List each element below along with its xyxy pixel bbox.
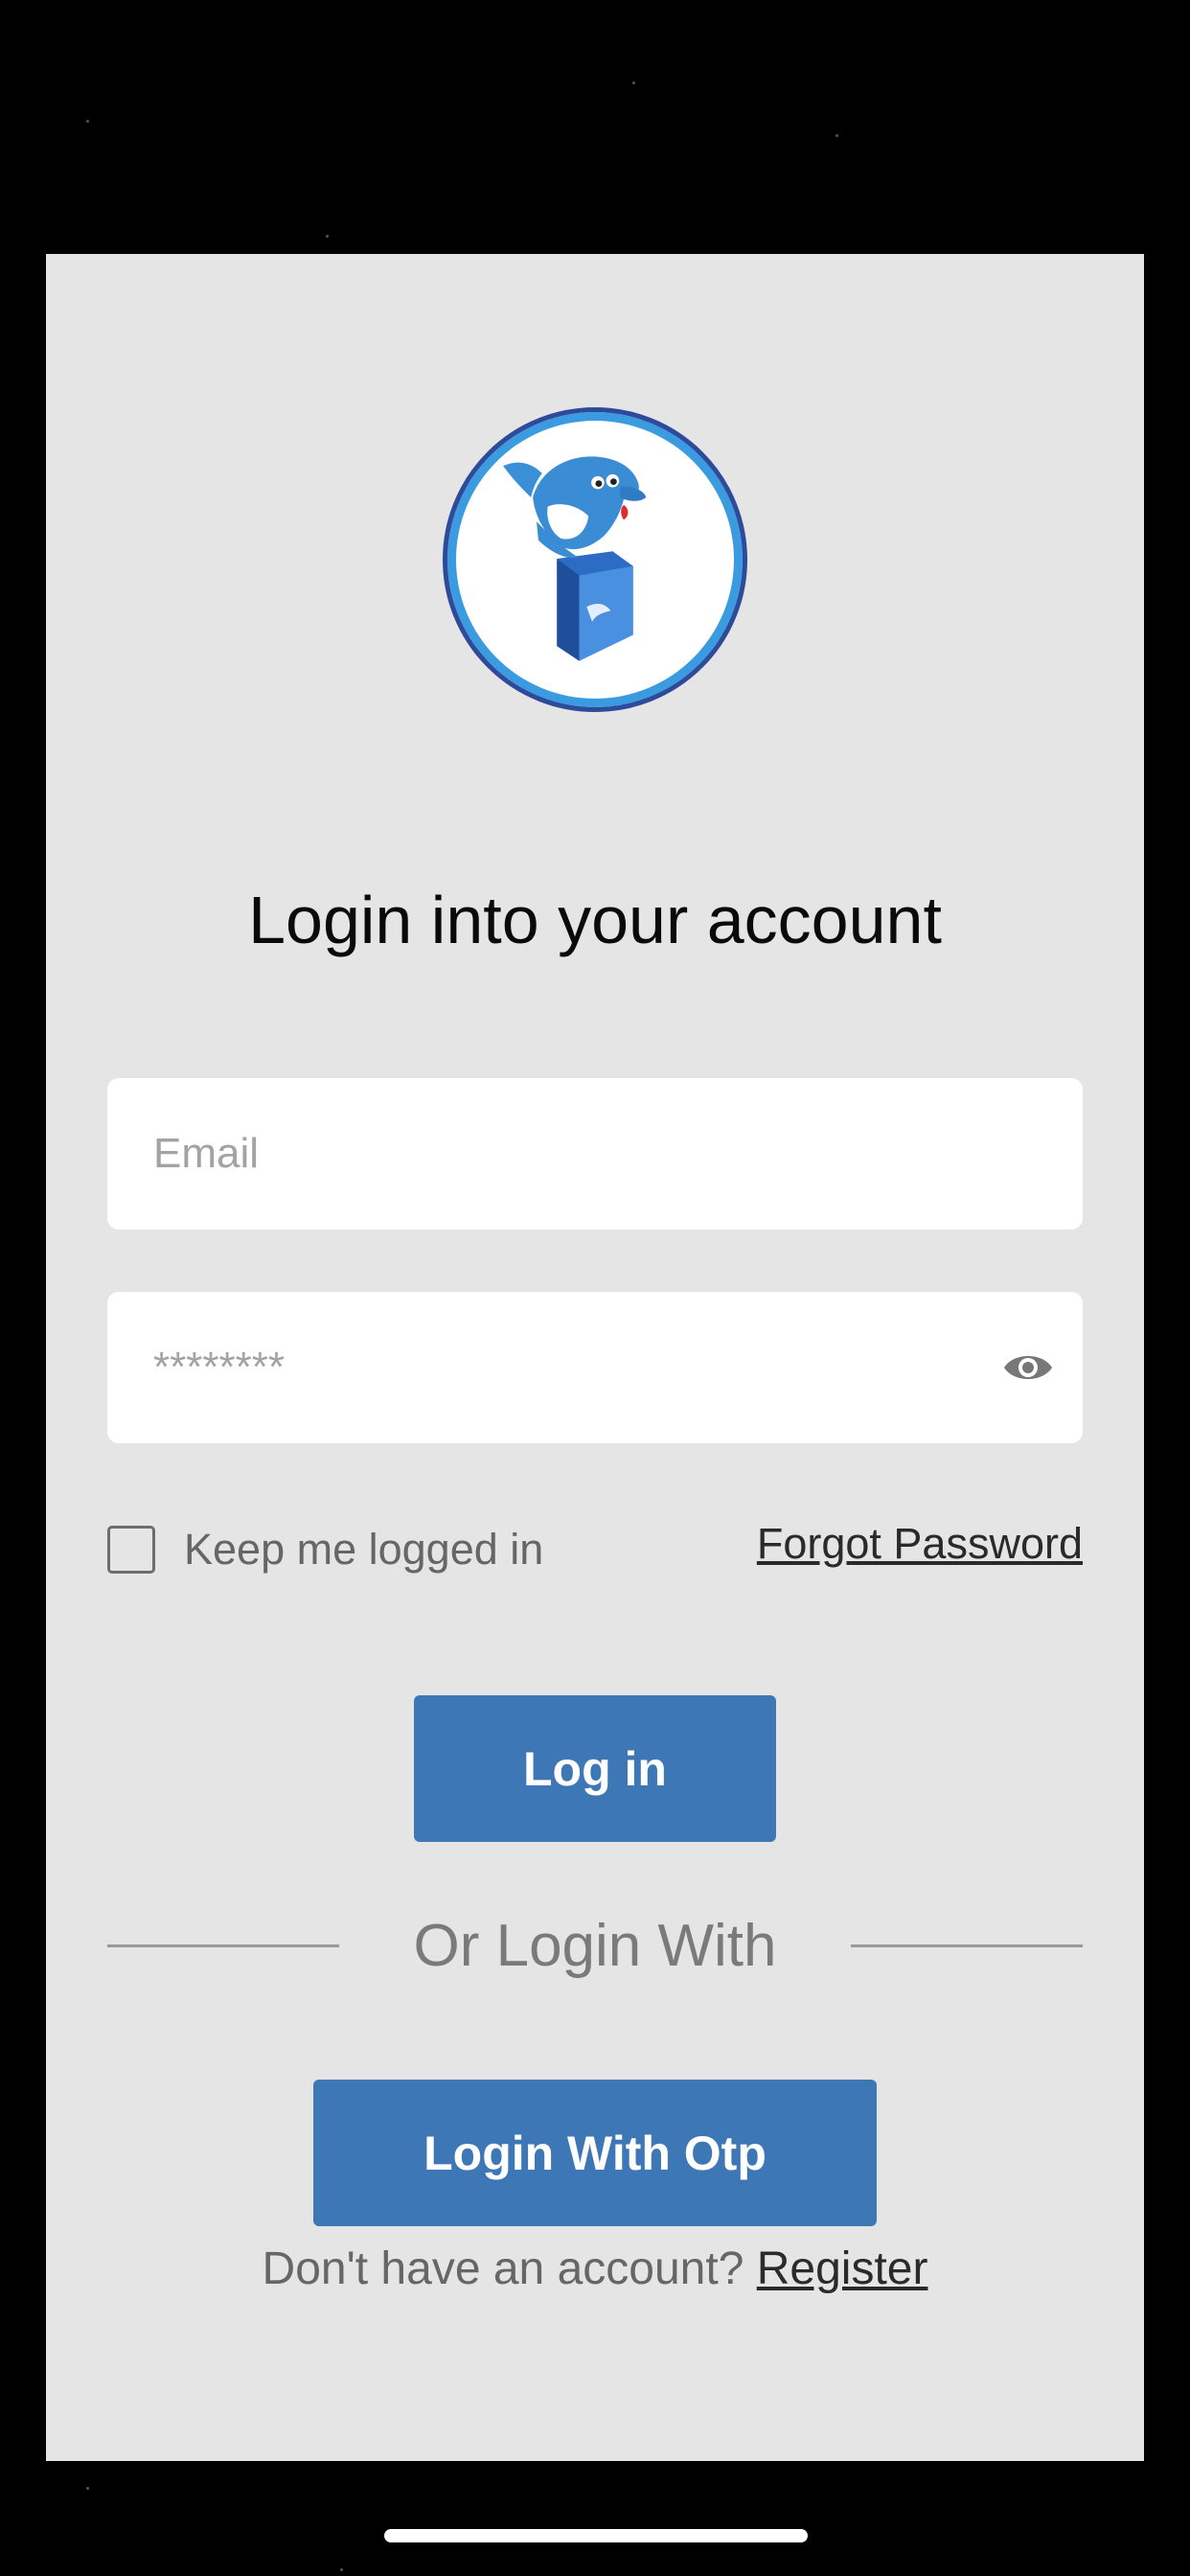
background-speck bbox=[86, 120, 89, 123]
keep-logged-in-checkbox[interactable] bbox=[107, 1526, 155, 1574]
dolphin-book-logo bbox=[443, 407, 747, 712]
no-account-text: Don't have an account? bbox=[262, 2243, 744, 2294]
logo-icon bbox=[503, 456, 647, 661]
background-speck bbox=[632, 81, 635, 84]
email-field-container bbox=[107, 1078, 1083, 1230]
login-with-otp-button[interactable]: Login With Otp bbox=[313, 2080, 877, 2226]
app-screen: Login into your account Keep me logged i… bbox=[0, 0, 1190, 2576]
background-speck bbox=[86, 2487, 89, 2490]
background-speck bbox=[340, 2568, 343, 2571]
password-field[interactable] bbox=[151, 1292, 995, 1443]
email-field[interactable] bbox=[151, 1078, 995, 1230]
eye-icon[interactable] bbox=[1002, 1348, 1054, 1387]
keep-logged-in-label: Keep me logged in bbox=[184, 1525, 544, 1574]
divider-line-right bbox=[851, 1944, 1083, 1947]
page-title: Login into your account bbox=[248, 883, 942, 957]
home-indicator[interactable] bbox=[384, 2529, 808, 2542]
register-prompt: Don't have an account? Register bbox=[46, 2242, 1144, 2295]
login-card: Login into your account Keep me logged i… bbox=[46, 254, 1144, 2461]
background-speck bbox=[835, 134, 838, 137]
keep-logged-in-row: Keep me logged in bbox=[107, 1521, 543, 1578]
password-field-container bbox=[107, 1292, 1083, 1443]
forgot-password-link[interactable]: Forgot Password bbox=[757, 1519, 1083, 1569]
register-link[interactable]: Register bbox=[757, 2243, 928, 2294]
login-button[interactable]: Log in bbox=[414, 1695, 776, 1842]
background-speck bbox=[326, 235, 329, 238]
